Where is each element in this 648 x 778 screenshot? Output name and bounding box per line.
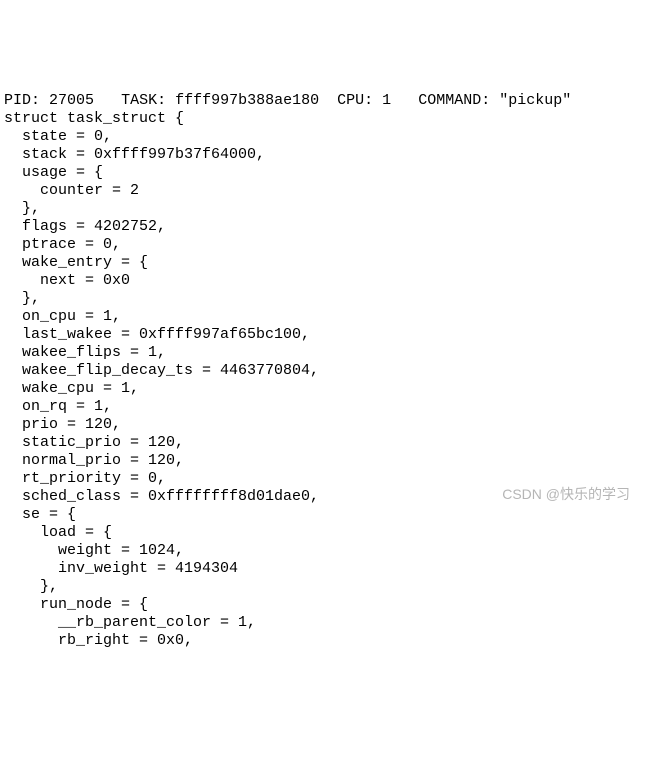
field-sched-class: sched_class = 0xffffffff8d01dae0,	[4, 488, 319, 505]
field-usage-open: usage = {	[4, 164, 103, 181]
task-label: TASK:	[121, 92, 166, 109]
cpu-label: CPU:	[337, 92, 373, 109]
pid-value: 27005	[49, 92, 94, 109]
field-on-rq: on_rq = 1,	[4, 398, 112, 415]
field-wakee-flips: wakee_flips = 1,	[4, 344, 166, 361]
command-value: "pickup"	[499, 92, 571, 109]
field-rt-priority: rt_priority = 0,	[4, 470, 166, 487]
field-prio: prio = 120,	[4, 416, 121, 433]
pid-label: PID:	[4, 92, 40, 109]
field-static-prio: static_prio = 120,	[4, 434, 184, 451]
command-label: COMMAND:	[418, 92, 490, 109]
field-wake-cpu: wake_cpu = 1,	[4, 380, 139, 397]
field-load-inv-weight: inv_weight = 4194304	[4, 560, 238, 577]
field-load-close: },	[4, 578, 58, 595]
field-normal-prio: normal_prio = 120,	[4, 452, 184, 469]
field-wake-entry-close: },	[4, 290, 40, 307]
field-flags: flags = 4202752,	[4, 218, 166, 235]
field-usage-counter: counter = 2	[4, 182, 139, 199]
cpu-value: 1	[382, 92, 391, 109]
header-line: PID: 27005 TASK: ffff997b388ae180 CPU: 1…	[4, 92, 571, 109]
field-wake-entry-next: next = 0x0	[4, 272, 130, 289]
field-wakee-flip-decay-ts: wakee_flip_decay_ts = 4463770804,	[4, 362, 319, 379]
field-run-node-open: run_node = {	[4, 596, 148, 613]
field-stack: stack = 0xffff997b37f64000,	[4, 146, 265, 163]
field-load-open: load = {	[4, 524, 112, 541]
field-load-weight: weight = 1024,	[4, 542, 184, 559]
field-ptrace: ptrace = 0,	[4, 236, 121, 253]
field-rb-right: rb_right = 0x0,	[4, 632, 193, 649]
field-wake-entry-open: wake_entry = {	[4, 254, 148, 271]
field-last-wakee: last_wakee = 0xffff997af65bc100,	[4, 326, 310, 343]
field-usage-close: },	[4, 200, 40, 217]
field-rb-parent-color: __rb_parent_color = 1,	[4, 614, 256, 631]
struct-declaration: struct task_struct {	[4, 110, 184, 127]
task-value: ffff997b388ae180	[175, 92, 319, 109]
field-state: state = 0,	[4, 128, 112, 145]
terminal-output: PID: 27005 TASK: ffff997b388ae180 CPU: 1…	[0, 72, 648, 652]
field-on-cpu: on_cpu = 1,	[4, 308, 121, 325]
